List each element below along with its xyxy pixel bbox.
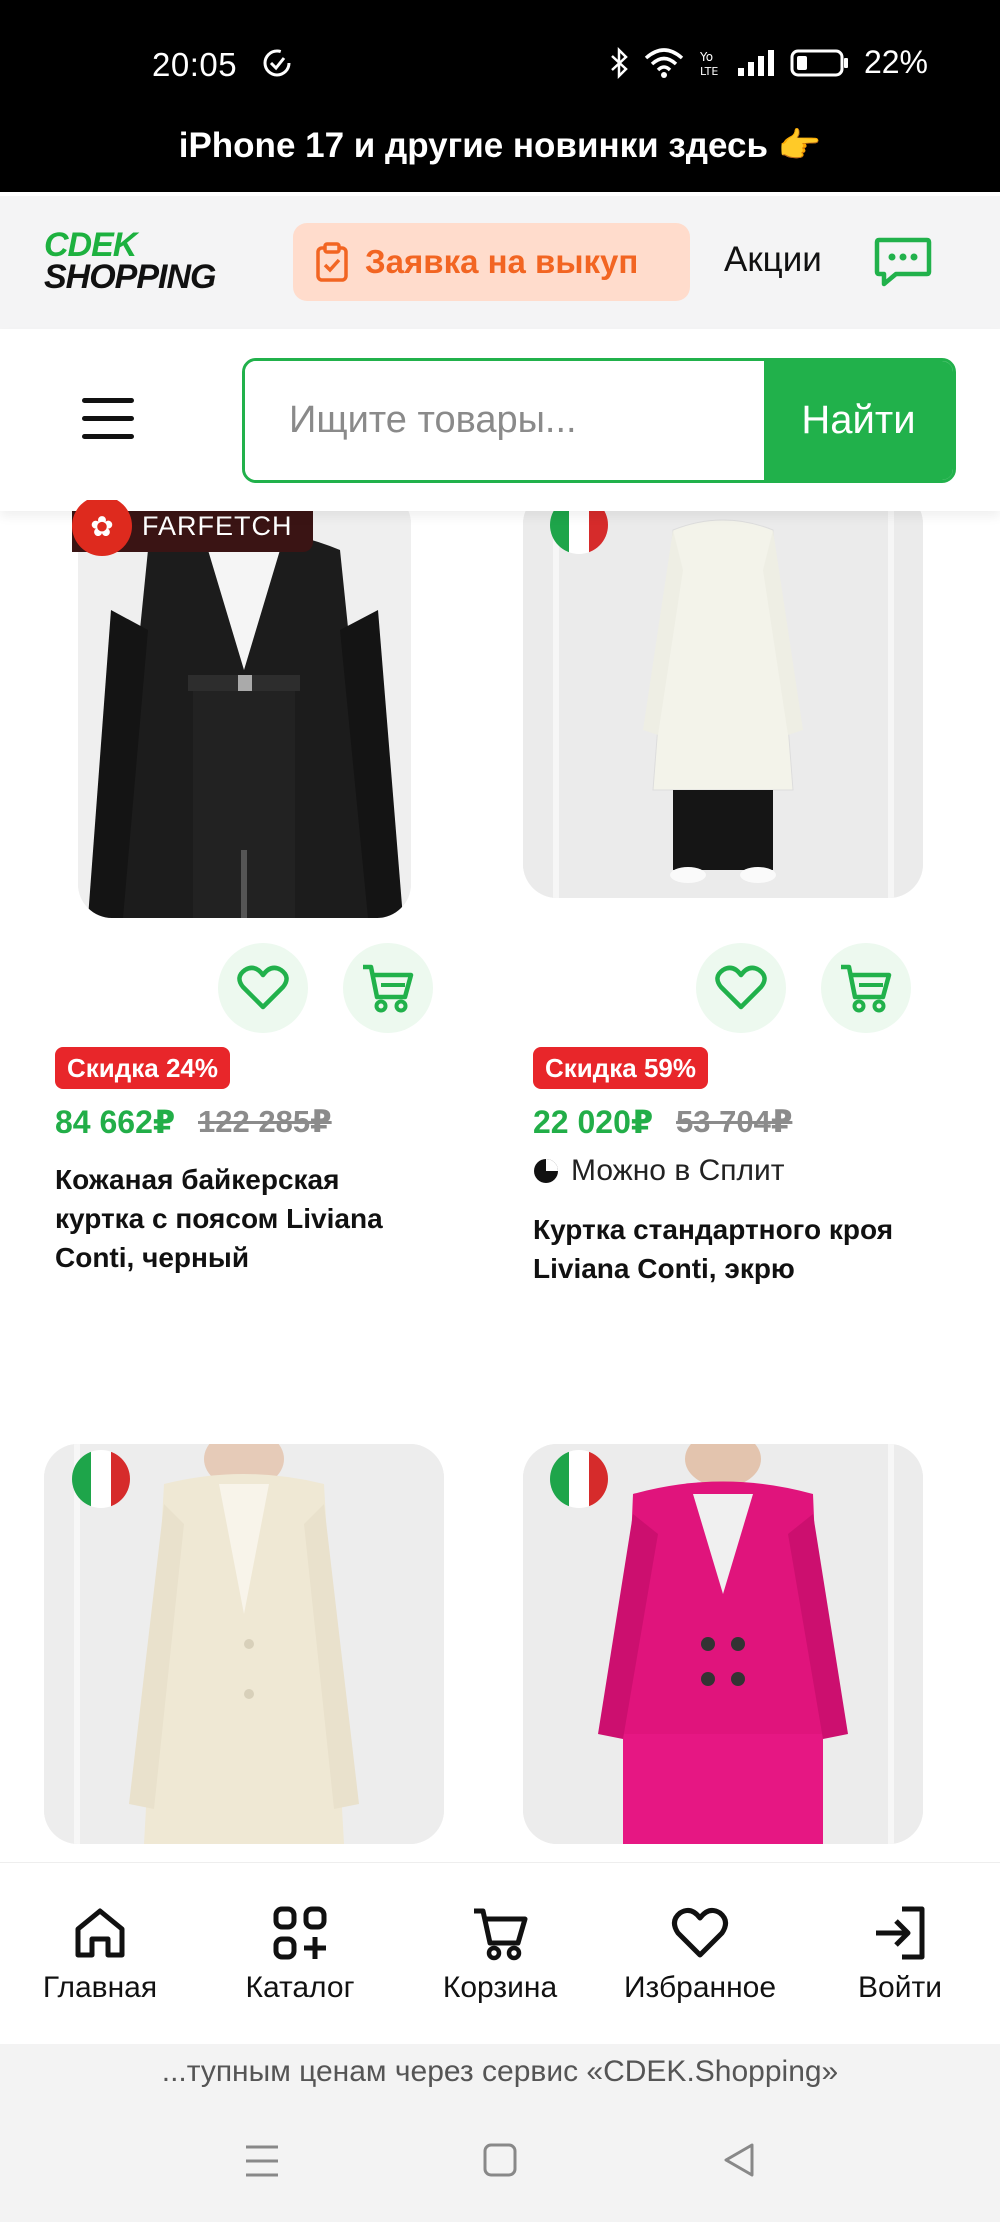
italy-flag-icon [72, 1450, 130, 1508]
status-icons: Yo LTE 22% [608, 44, 928, 81]
cdek-shopping-logo[interactable]: CDEK SHOPPING [44, 226, 224, 296]
status-bar: 20:05 Yo LTE 22% iPhone 17 и другие новин… [0, 0, 1000, 192]
wifi-icon [644, 47, 684, 78]
cart-icon [363, 964, 414, 1013]
home-icon [75, 1908, 125, 1958]
battery-level: 22% [863, 44, 928, 80]
discount-badge: Скидка 59% [533, 1047, 709, 1089]
promo-banner[interactable]: iPhone 17 и другие новинки здесь 👉 [0, 126, 1000, 192]
promotions-link[interactable]: Акции [724, 240, 822, 280]
product-grid: ✿ FARFETCH Скидка 24% 84 662₽ 122 285₽ К… [0, 500, 1000, 1862]
favorite-button[interactable] [218, 943, 308, 1033]
leather-jacket-photo [78, 500, 411, 918]
split-payment-label: Можно в Сплит [533, 1154, 785, 1188]
svg-text:LTE: LTE [700, 65, 718, 78]
discount-badge: Скидка 24% [55, 1047, 231, 1089]
search-box: Найти [242, 358, 956, 483]
nav-label: Каталог [245, 1971, 355, 2004]
clipboard-check-icon [316, 242, 348, 282]
heart-icon [672, 1907, 728, 1958]
volte-icon: YoLTE [699, 50, 718, 78]
nav-label: Войти [858, 1971, 942, 2004]
search-input[interactable] [245, 361, 765, 480]
signal-icon [737, 49, 774, 76]
nav-label: Корзина [442, 1971, 558, 2004]
heart-icon [715, 965, 767, 1010]
home-button-icon[interactable] [482, 2142, 518, 2178]
chat-icon[interactable] [874, 236, 932, 288]
svg-text:Yo: Yo [699, 50, 713, 64]
catalog-icon [273, 1906, 327, 1960]
split-text: Можно в Сплит [571, 1154, 785, 1187]
heart-icon [237, 965, 289, 1010]
product-image[interactable] [523, 500, 923, 898]
nav-catalog[interactable]: Каталог [200, 1863, 400, 2044]
recent-apps-icon[interactable] [244, 2144, 280, 2178]
search-button[interactable]: Найти [764, 361, 953, 480]
italy-flag-icon [550, 1450, 608, 1508]
add-to-cart-button[interactable] [821, 943, 911, 1033]
bluetooth-icon [611, 46, 628, 79]
battery-icon [790, 49, 848, 76]
sync-check-icon [263, 49, 291, 77]
status-time: 20:05 [152, 46, 238, 83]
login-icon [876, 1906, 925, 1960]
nav-label: Главная [42, 1971, 158, 2004]
nav-cart[interactable]: Корзина [400, 1863, 600, 2044]
product-title[interactable]: Кожаная байкерская куртка с поясом Livia… [55, 1160, 435, 1277]
old-price: 122 285₽ [198, 1104, 332, 1139]
cart-icon [474, 1908, 528, 1961]
system-navigation-bar [0, 2104, 1000, 2222]
favorite-button[interactable] [696, 943, 786, 1033]
menu-icon[interactable] [82, 398, 134, 442]
nav-favorites[interactable]: Избранное [600, 1863, 800, 2044]
white-jacket-photo [523, 500, 923, 898]
split-icon [534, 1159, 558, 1183]
old-price: 53 704₽ [676, 1104, 793, 1139]
nav-home[interactable]: Главная [0, 1863, 200, 2044]
logo-line2: SHOPPING [44, 258, 216, 296]
nav-label: Избранное [623, 1971, 777, 2004]
product-image[interactable] [78, 500, 411, 918]
bottom-navigation: Главная Каталог Корзина Избранное Войти [0, 1862, 1000, 2044]
price: 84 662₽ [55, 1104, 176, 1140]
search-row: Найти [0, 329, 1000, 511]
add-to-cart-button[interactable] [343, 943, 433, 1033]
price: 22 020₽ [533, 1104, 654, 1140]
back-icon[interactable] [722, 2142, 756, 2178]
header: CDEK SHOPPING Заявка на выкуп Акции [0, 196, 1000, 329]
cart-icon [841, 964, 892, 1013]
buyout-label: Заявка на выкуп [365, 243, 639, 280]
buyout-request-button[interactable]: Заявка на выкуп [293, 223, 690, 301]
footer-text: ...тупным ценам через сервис «CDEK.Shopp… [0, 2044, 1000, 2104]
nav-login[interactable]: Войти [800, 1863, 1000, 2044]
product-title[interactable]: Куртка стандартного кроя Liviana Conti, … [533, 1210, 933, 1288]
